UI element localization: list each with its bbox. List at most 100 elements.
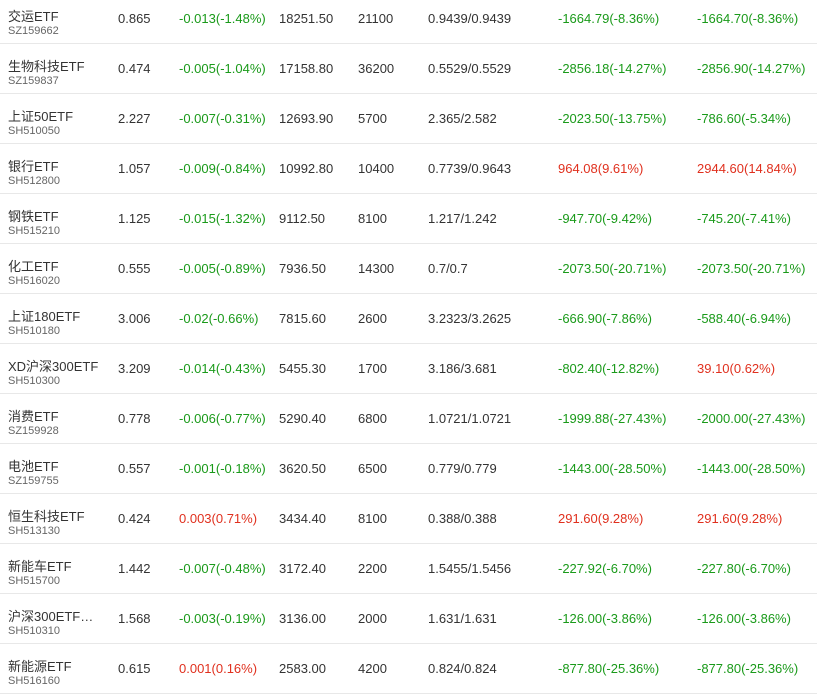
position-quantity: 2000 [358, 611, 387, 626]
fund-name-cell[interactable]: 化工ETF SH516020 [8, 244, 108, 293]
market-value: 3434.40 [279, 511, 326, 526]
profit-loss: -1443.00(-28.50%) [558, 461, 667, 476]
fund-name[interactable]: 消费ETF [8, 406, 59, 425]
fund-name-cell[interactable]: 新能车ETF SH515700 [8, 544, 108, 593]
fund-code: SZ159928 [8, 425, 59, 437]
fund-name-cell[interactable]: 钢铁ETF SH515210 [8, 194, 108, 243]
cost-price: 3.2323/3.2625 [428, 311, 512, 326]
current-price: 1.057 [118, 161, 151, 176]
market-value: 2583.00 [279, 661, 326, 676]
fund-name-cell[interactable]: 恒生科技ETF SH513130 [8, 494, 108, 543]
cost-price: 0.779/0.779 [428, 461, 497, 476]
fund-name[interactable]: 银行ETF [8, 156, 59, 175]
market-value: 10992.80 [279, 161, 334, 176]
position-quantity: 1700 [358, 361, 387, 376]
cost-price: 0.7/0.7 [428, 261, 468, 276]
cost-price: 0.7739/0.9643 [428, 161, 512, 176]
table-row[interactable]: 银行ETF SH512800 1.057 -0.009(-0.84%) 1099… [0, 144, 817, 194]
market-value: 9112.50 [279, 211, 326, 226]
table-row[interactable]: 上证180ETF SH510180 3.006 -0.02(-0.66%) 78… [0, 294, 817, 344]
fund-name-cell[interactable]: 上证180ETF SH510180 [8, 294, 108, 343]
table-row[interactable]: 新能车ETF SH515700 1.442 -0.007(-0.48%) 317… [0, 544, 817, 594]
cost-price: 1.217/1.242 [428, 211, 497, 226]
table-row[interactable]: 新能源ETF SH516160 0.615 0.001(0.16%) 2583.… [0, 644, 817, 694]
fund-code: SH510310 [8, 625, 60, 637]
profit-loss: -1664.79(-8.36%) [558, 11, 660, 26]
cost-price: 0.5529/0.5529 [428, 61, 512, 76]
fund-name[interactable]: 新能车ETF [8, 556, 72, 575]
fund-name[interactable]: 电池ETF [8, 456, 59, 475]
profit-loss: -227.92(-6.70%) [558, 561, 652, 576]
fund-name-cell[interactable]: 消费ETF SZ159928 [8, 394, 108, 443]
profit-loss: -2856.18(-14.27%) [558, 61, 667, 76]
position-quantity: 2200 [358, 561, 387, 576]
price-change: -0.015(-1.32%) [179, 211, 266, 226]
cost-price: 1.631/1.631 [428, 611, 497, 626]
table-row[interactable]: 消费ETF SZ159928 0.778 -0.006(-0.77%) 5290… [0, 394, 817, 444]
profit-loss-total: -227.80(-6.70%) [697, 561, 791, 576]
market-value: 7936.50 [279, 261, 326, 276]
fund-name-cell[interactable]: 交运ETF SZ159662 [8, 0, 108, 43]
profit-loss: -126.00(-3.86%) [558, 611, 652, 626]
table-row[interactable]: 恒生科技ETF SH513130 0.424 0.003(0.71%) 3434… [0, 494, 817, 544]
table-row[interactable]: 上证50ETF SH510050 2.227 -0.007(-0.31%) 12… [0, 94, 817, 144]
fund-name-cell[interactable]: 沪深300ETF… SH510310 [8, 594, 108, 643]
price-change: -0.003(-0.19%) [179, 611, 266, 626]
table-row[interactable]: 化工ETF SH516020 0.555 -0.005(-0.89%) 7936… [0, 244, 817, 294]
position-quantity: 14300 [358, 261, 395, 276]
fund-name[interactable]: 生物科技ETF [8, 56, 85, 75]
table-row[interactable]: 交运ETF SZ159662 0.865 -0.013(-1.48%) 1825… [0, 0, 817, 44]
cost-price: 1.0721/1.0721 [428, 411, 512, 426]
profit-loss: -2073.50(-20.71%) [558, 261, 667, 276]
fund-code: SZ159837 [8, 75, 59, 87]
price-change: -0.013(-1.48%) [179, 11, 266, 26]
position-quantity: 6500 [358, 461, 387, 476]
market-value: 5290.40 [279, 411, 326, 426]
fund-name[interactable]: XD沪深300ETF [8, 356, 98, 375]
profit-loss: -947.70(-9.42%) [558, 211, 652, 226]
fund-name[interactable]: 钢铁ETF [8, 206, 59, 225]
fund-name[interactable]: 恒生科技ETF [8, 506, 85, 525]
price-change: -0.007(-0.48%) [179, 561, 266, 576]
profit-loss-total: -126.00(-3.86%) [697, 611, 791, 626]
position-quantity: 36200 [358, 61, 395, 76]
fund-name[interactable]: 上证50ETF [8, 106, 73, 125]
fund-code: SH513130 [8, 525, 60, 537]
market-value: 12693.90 [279, 111, 334, 126]
profit-loss: 964.08(9.61%) [558, 161, 644, 176]
fund-name[interactable]: 化工ETF [8, 256, 59, 275]
market-value: 5455.30 [279, 361, 326, 376]
price-change: 0.003(0.71%) [179, 511, 258, 526]
fund-name-cell[interactable]: 生物科技ETF SZ159837 [8, 44, 108, 93]
cost-price: 0.388/0.388 [428, 511, 497, 526]
fund-name[interactable]: 上证180ETF [8, 306, 80, 325]
price-change: -0.001(-0.18%) [179, 461, 266, 476]
market-value: 18251.50 [279, 11, 334, 26]
fund-code: SH510180 [8, 325, 60, 337]
profit-loss-total: -2856.90(-14.27%) [697, 61, 806, 76]
table-row[interactable]: 沪深300ETF… SH510310 1.568 -0.003(-0.19%) … [0, 594, 817, 644]
fund-name-cell[interactable]: 银行ETF SH512800 [8, 144, 108, 193]
table-row[interactable]: 钢铁ETF SH515210 1.125 -0.015(-1.32%) 9112… [0, 194, 817, 244]
profit-loss-total: -1664.70(-8.36%) [697, 11, 799, 26]
table-row[interactable]: 生物科技ETF SZ159837 0.474 -0.005(-1.04%) 17… [0, 44, 817, 94]
market-value: 3620.50 [279, 461, 326, 476]
table-row[interactable]: 电池ETF SZ159755 0.557 -0.001(-0.18%) 3620… [0, 444, 817, 494]
fund-name-cell[interactable]: 电池ETF SZ159755 [8, 444, 108, 493]
fund-name[interactable]: 新能源ETF [8, 656, 72, 675]
profit-loss-total: -588.40(-6.94%) [697, 311, 791, 326]
fund-name-cell[interactable]: 上证50ETF SH510050 [8, 94, 108, 143]
fund-name[interactable]: 沪深300ETF… [8, 606, 93, 625]
fund-name-cell[interactable]: 新能源ETF SH516160 [8, 644, 108, 693]
current-price: 3.006 [118, 311, 151, 326]
market-value: 3172.40 [279, 561, 326, 576]
price-change: -0.007(-0.31%) [179, 111, 266, 126]
profit-loss-total: 291.60(9.28%) [697, 511, 783, 526]
market-value: 7815.60 [279, 311, 326, 326]
table-row[interactable]: XD沪深300ETF SH510300 3.209 -0.014(-0.43%)… [0, 344, 817, 394]
fund-name[interactable]: 交运ETF [8, 6, 59, 25]
profit-loss-total: -1443.00(-28.50%) [697, 461, 806, 476]
current-price: 0.424 [118, 511, 151, 526]
price-change: -0.014(-0.43%) [179, 361, 266, 376]
fund-name-cell[interactable]: XD沪深300ETF SH510300 [8, 344, 108, 393]
